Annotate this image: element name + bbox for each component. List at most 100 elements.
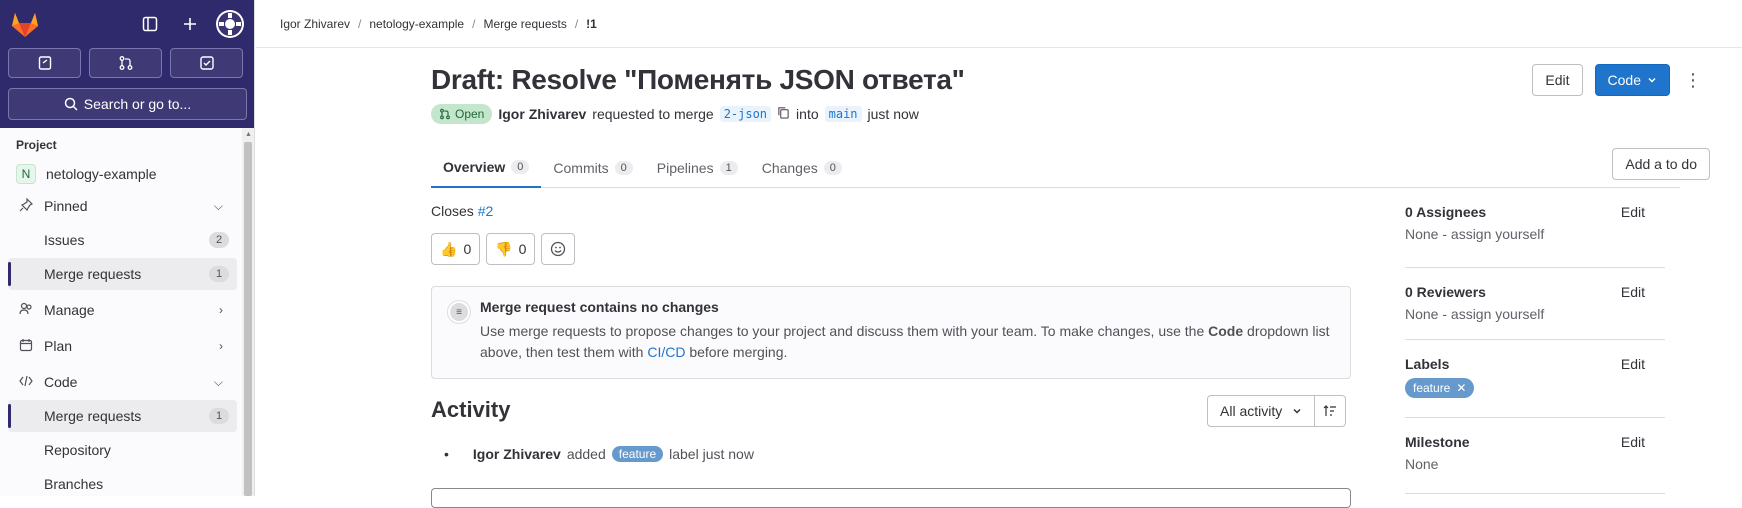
activity-item: • Igor Zhivarev added feature label just… xyxy=(444,446,754,462)
labels-edit-button[interactable]: Edit xyxy=(1621,356,1645,372)
thumbs-up-count: 0 xyxy=(463,241,472,257)
sidebar-item-pinned[interactable]: Pinned ⌵ xyxy=(8,190,237,222)
sidebar-item-code[interactable]: Code ⌵ xyxy=(8,366,237,398)
merge-requests-shortcut-button[interactable] xyxy=(89,48,162,78)
tab-count: 0 xyxy=(823,161,842,175)
add-todo-button[interactable]: Add a to do xyxy=(1612,148,1710,180)
thumbs-up-button[interactable]: 👍 0 xyxy=(431,233,481,265)
search-button[interactable]: Search or go to... xyxy=(8,88,247,120)
tab-label: Pipelines xyxy=(656,160,714,176)
sidebar-item-plan[interactable]: Plan › xyxy=(8,330,237,362)
more-actions-icon[interactable]: ⋮ xyxy=(1684,70,1702,90)
reviewers-value[interactable]: None - assign yourself xyxy=(1405,306,1665,322)
tab-changes[interactable]: Changes 0 xyxy=(750,148,854,188)
issues-shortcut-button[interactable] xyxy=(8,48,81,78)
tab-label: Overview xyxy=(443,159,506,175)
alert-code-word: Code xyxy=(1208,323,1244,339)
tab-commits[interactable]: Commits 0 xyxy=(541,148,644,188)
source-branch[interactable]: 2-json xyxy=(719,106,772,122)
chevron-right-icon: › xyxy=(219,303,223,317)
project-link[interactable]: N netology-example xyxy=(8,158,237,190)
sidebar-item-label: Branches xyxy=(44,476,104,492)
tab-label: Changes xyxy=(761,160,818,176)
bullet-icon: • xyxy=(444,446,449,462)
activity-suffix: label just now xyxy=(669,446,754,462)
cicd-link[interactable]: CI/CD xyxy=(647,344,685,360)
thumbs-up-icon: 👍 xyxy=(440,240,458,257)
create-new-icon[interactable] xyxy=(176,10,204,38)
code-button-label: Code xyxy=(1607,72,1641,88)
sidebar-item-label: Merge requests xyxy=(44,266,142,282)
sidebar-scrollbar[interactable]: ▲ xyxy=(242,128,254,496)
milestone-value: None xyxy=(1405,456,1439,472)
tab-count: 0 xyxy=(511,160,530,174)
activity-label-chip[interactable]: feature xyxy=(611,446,664,462)
chevron-down-icon xyxy=(1293,408,1301,414)
breadcrumb-project[interactable]: netology-example xyxy=(369,17,464,31)
remove-label-icon[interactable]: ✕ xyxy=(1456,381,1466,395)
thumbs-down-count: 0 xyxy=(518,241,527,257)
breadcrumb-merge-requests[interactable]: Merge requests xyxy=(483,17,566,31)
breadcrumb-user[interactable]: Igor Zhivarev xyxy=(280,17,350,31)
sidebar-item-repository[interactable]: Repository xyxy=(8,434,237,466)
add-reaction-button[interactable] xyxy=(541,233,576,265)
assignees-edit-button[interactable]: Edit xyxy=(1621,204,1645,220)
reviewers-block: 0 Reviewers None - assign yourself Edit xyxy=(1405,280,1665,340)
sort-order-button[interactable] xyxy=(1315,395,1347,427)
smiley-icon xyxy=(551,241,566,257)
reviewers-edit-button[interactable]: Edit xyxy=(1621,284,1645,300)
pin-icon xyxy=(16,197,36,215)
tab-count: 1 xyxy=(719,161,738,175)
page-title: Draft: Resolve "Поменять JSON ответа" xyxy=(431,64,965,95)
sidebar-item-manage[interactable]: Manage › xyxy=(8,294,237,326)
right-sidebar: 0 Assignees None - assign yourself Edit … xyxy=(1405,200,1665,506)
label-chip[interactable]: feature ✕ xyxy=(1405,378,1475,398)
chevron-right-icon: › xyxy=(219,339,223,353)
sidebar-item-code-merge-requests[interactable]: Merge requests 1 xyxy=(8,400,237,432)
todo-icon xyxy=(199,56,214,70)
activity-author[interactable]: Igor Zhivarev xyxy=(473,446,561,462)
breadcrumb-current[interactable]: !1 xyxy=(586,17,597,31)
into-text: into xyxy=(796,106,819,122)
users-icon xyxy=(16,302,36,319)
edit-button[interactable]: Edit xyxy=(1532,64,1583,96)
code-dropdown-button[interactable]: Code xyxy=(1594,64,1670,96)
thumbs-down-button[interactable]: 👎 0 xyxy=(486,233,536,265)
sort-icon xyxy=(1323,405,1337,416)
collapse-sidebar-icon[interactable] xyxy=(136,10,164,38)
activity-filter-label: All activity xyxy=(1220,403,1283,419)
tab-overview[interactable]: Overview 0 xyxy=(431,148,542,188)
assignees-value[interactable]: None - assign yourself xyxy=(1405,226,1665,242)
merge-requests-count-badge: 1 xyxy=(209,266,229,282)
sidebar-item-branches[interactable]: Branches xyxy=(8,468,237,496)
todos-shortcut-button[interactable] xyxy=(170,48,243,78)
issues-icon xyxy=(38,56,51,70)
author-link[interactable]: Igor Zhivarev xyxy=(498,106,586,122)
sidebar-item-label: Repository xyxy=(44,442,111,458)
copy-branch-icon[interactable] xyxy=(777,106,790,122)
milestone-edit-button[interactable]: Edit xyxy=(1621,434,1645,450)
alert-title: Merge request contains no changes xyxy=(480,299,719,315)
target-branch[interactable]: main xyxy=(824,106,862,122)
gitlab-logo-icon[interactable] xyxy=(10,10,40,38)
sidebar-item-pinned-merge-requests[interactable]: Merge requests 1 xyxy=(8,258,237,290)
merge-request-icon xyxy=(119,56,132,70)
activity-filter-dropdown[interactable]: All activity xyxy=(1207,395,1316,427)
sidebar-item-label: Manage xyxy=(44,302,95,318)
chevron-down-icon xyxy=(1648,77,1656,83)
closes-label: Closes xyxy=(431,203,474,219)
closes-issue-link[interactable]: #2 xyxy=(478,203,494,219)
user-avatar[interactable] xyxy=(216,10,244,38)
tab-pipelines[interactable]: Pipelines 1 xyxy=(645,148,750,188)
tab-count: 0 xyxy=(614,161,633,175)
scroll-thumb[interactable] xyxy=(244,142,252,496)
mr-tabs: Overview 0 Commits 0 Pipelines 1 Changes… xyxy=(431,148,1680,188)
scroll-up-arrow-icon[interactable]: ▲ xyxy=(245,131,252,138)
chevron-down-icon: ⌵ xyxy=(213,198,223,213)
labels-block: Labels feature ✕ Edit xyxy=(1405,352,1665,418)
sidebar-item-issues[interactable]: Issues 2 xyxy=(8,224,237,256)
tab-label: Commits xyxy=(553,160,609,176)
breadcrumb-separator: / xyxy=(358,16,362,31)
comment-box[interactable] xyxy=(431,488,1351,508)
activity-title: Activity xyxy=(431,397,511,422)
